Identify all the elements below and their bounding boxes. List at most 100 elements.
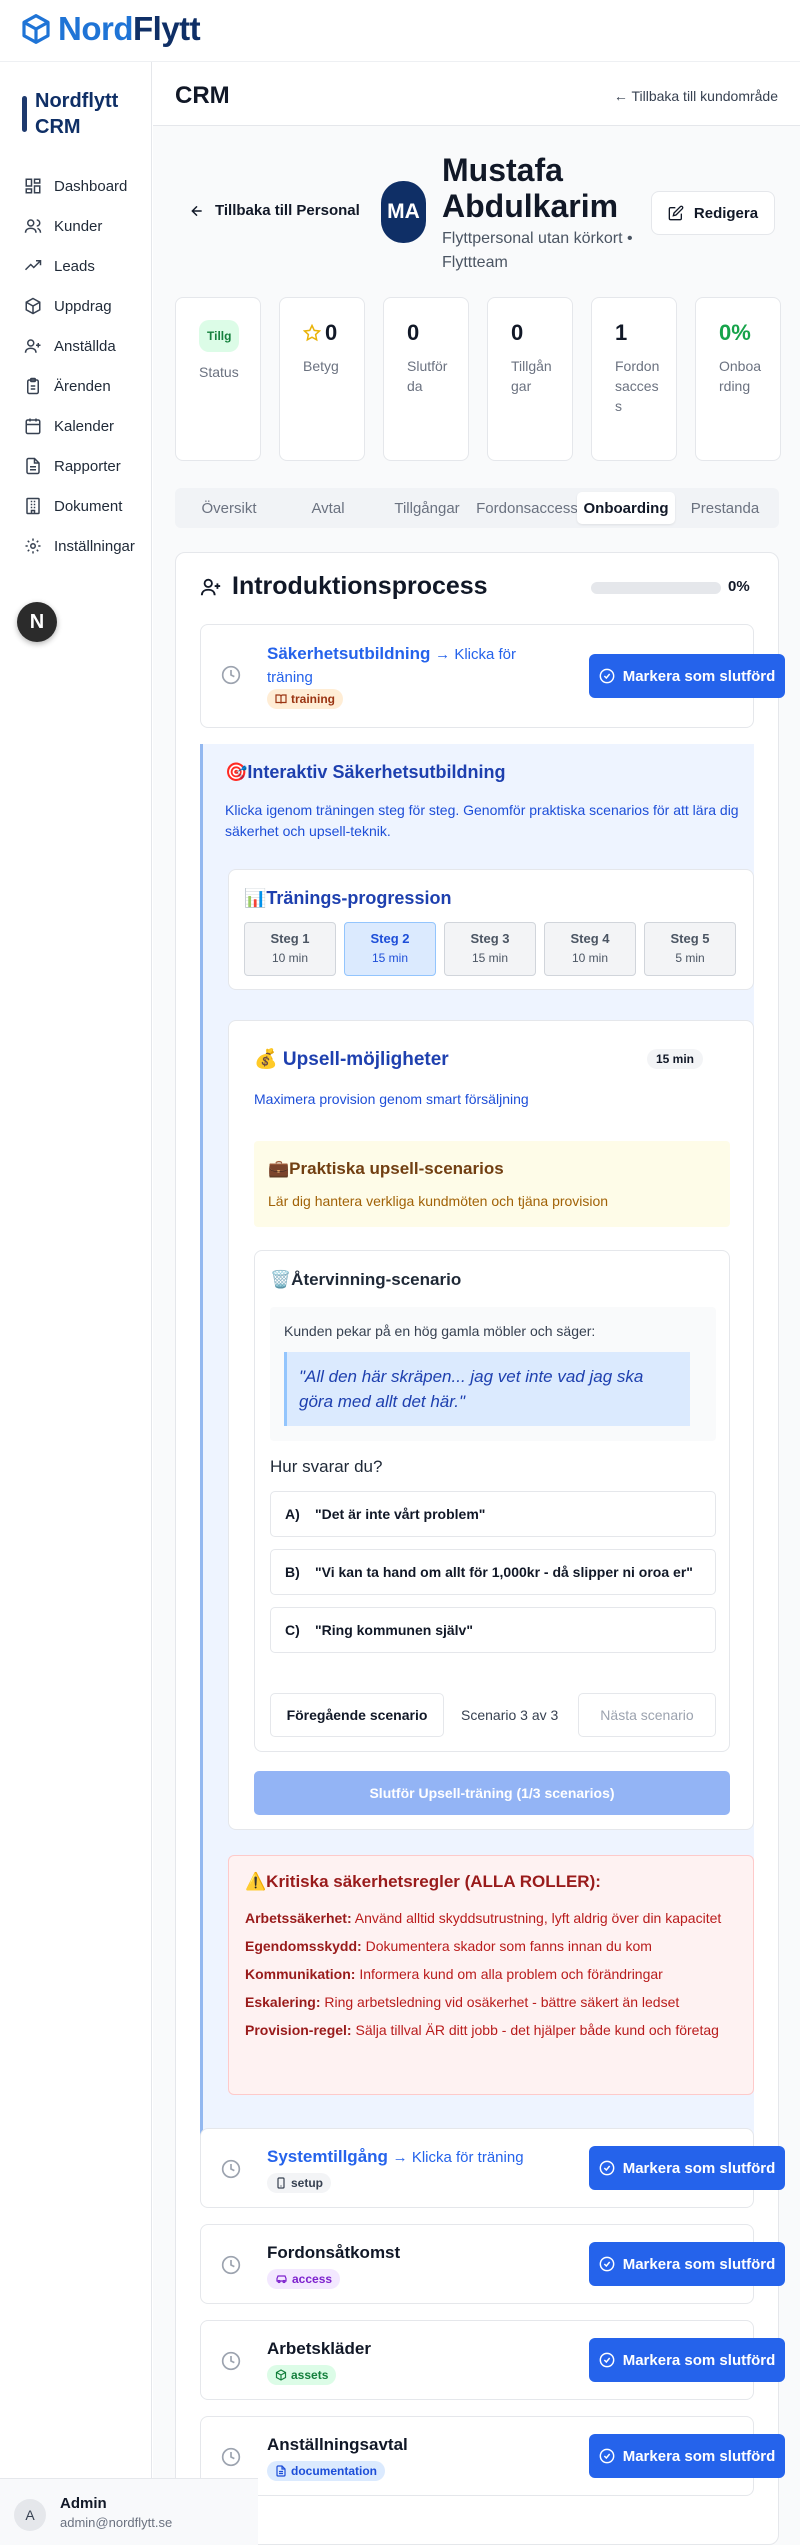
sidebar-item-leads[interactable]: Leads [0, 246, 152, 286]
stat-rating: 0 Betyg [279, 297, 365, 461]
upsell-description: Maximera provision genom smart försäljni… [254, 1091, 529, 1107]
edit-button[interactable]: Redigera [651, 191, 775, 235]
mark-complete-button[interactable]: Markera som slutförd [589, 654, 785, 698]
tab-oversikt[interactable]: Översikt [179, 492, 279, 524]
tab-tillgangar[interactable]: Tillgångar [377, 492, 477, 524]
upsell-duration-badge: 15 min [647, 1049, 704, 1069]
sidebar-item-arenden[interactable]: Ärenden [0, 366, 152, 406]
tab-onboarding[interactable]: Onboarding [577, 492, 675, 524]
sidebar-item-label: Ärenden [54, 377, 111, 395]
training-progress-title: 📊Tränings-progression [244, 888, 452, 908]
stat-assets: 0 Tillgångar [487, 297, 573, 461]
cube-icon [22, 14, 50, 44]
safety-rule: Kommunikation: Informera kund om alla pr… [245, 1964, 739, 1984]
sidebar-item-dashboard[interactable]: Dashboard [0, 166, 152, 206]
sidebar-logo[interactable]: Nordflytt CRM [22, 88, 135, 140]
tag-label: documentation [291, 2464, 377, 2478]
step-name: Steg 5 [670, 931, 710, 946]
mark-complete-label: Markera som slutförd [622, 2351, 776, 2369]
step-2[interactable]: Steg 2 15 min [344, 922, 436, 976]
edit-label: Redigera [693, 204, 759, 222]
task-anstallningsavtal: Anställningsavtal documentation Markera … [200, 2416, 785, 2496]
tab-fordonsaccess[interactable]: Fordonsaccess [476, 492, 578, 524]
intro-title: Introduktionsprocess [200, 572, 488, 601]
employee-role: Flyttpersonal utan körkort • Flyttteam [442, 230, 633, 271]
clock-icon [221, 2159, 241, 2179]
back-to-personal-button[interactable]: Tillbaka till Personal [189, 202, 360, 219]
stat-onboarding: 0% Onboarding [695, 297, 781, 461]
mark-complete-button[interactable]: Markera som slutförd [589, 2434, 785, 2478]
step-name: Steg 3 [470, 931, 510, 946]
step-minutes: 15 min [471, 951, 509, 965]
sidebar-item-dokument[interactable]: Dokument [0, 486, 152, 526]
tag-label: access [292, 2272, 333, 2286]
next-scenario-button[interactable]: Nästa scenario [578, 1693, 716, 1737]
avatar: MA [381, 181, 426, 243]
sidebar-item-label: Dashboard [54, 177, 128, 195]
rule-key: Kommunikation: [245, 1966, 356, 1982]
answer-option-a[interactable]: A) "Det är inte vårt problem" [270, 1491, 716, 1537]
document-icon [276, 2465, 286, 2477]
task-title[interactable]: Systemtillgång → Klicka för träning [267, 2147, 567, 2167]
top-brand-bar: NordFlytt [0, 0, 800, 62]
sidebar-item-kalender[interactable]: Kalender [0, 406, 152, 446]
safety-rule: Arbetssäkerhet: Använd alltid skyddsutru… [245, 1908, 739, 1928]
training-description: Klicka igenom träningen steg för steg. G… [225, 802, 739, 839]
task-title[interactable]: Säkerhetsutbildning → Klicka för träning [267, 643, 517, 689]
step-5[interactable]: Steg 5 5 min [644, 922, 736, 976]
task-name: Säkerhetsutbildning [267, 644, 431, 663]
finish-upsell-training-button[interactable]: Slutför Upsell-träning (1/3 scenarios) [254, 1771, 730, 1815]
previous-scenario-button[interactable]: Föregående scenario [270, 1693, 444, 1737]
mark-complete-button[interactable]: Markera som slutförd [589, 2242, 785, 2286]
step-minutes: 15 min [371, 951, 409, 965]
dashboard-icon [25, 178, 41, 194]
step-minutes: 5 min [675, 951, 705, 965]
stat-value: 0% [719, 320, 751, 345]
back-to-customer-area-link[interactable]: ← Tillbaka till kundområde [614, 88, 778, 104]
floating-n-button[interactable]: N [17, 602, 57, 642]
stat-completed: 0 Slutförda [383, 297, 469, 461]
user-plus-icon [200, 578, 221, 595]
safety-rule: Egendomsskydd: Dokumentera skador som fa… [245, 1936, 739, 1956]
answer-option-b[interactable]: B) "Vi kan ta hand om allt för 1,000kr -… [270, 1549, 716, 1595]
stat-value: 1 [615, 320, 628, 345]
sidebar-item-label: Inställningar [54, 537, 135, 555]
answer-option-c[interactable]: C) "Ring kommunen själv" [270, 1607, 716, 1653]
task-name: Arbetskläder [267, 2339, 371, 2358]
sidebar-logo-mark [22, 96, 27, 132]
safety-rule: Provision-regel: Sälja tillval ÄR ditt j… [245, 2020, 739, 2040]
sidebar-item-label: Rapporter [54, 457, 121, 475]
step-minutes: 10 min [271, 951, 309, 965]
sidebar-item-anstallda[interactable]: Anställda [0, 326, 152, 366]
mark-complete-button[interactable]: Markera som slutförd [589, 2146, 785, 2190]
check-circle-icon [599, 2448, 615, 2464]
check-circle-icon [599, 668, 615, 684]
task-name: Anställningsavtal [267, 2435, 408, 2454]
sidebar-item-installningar[interactable]: Inställningar [0, 526, 152, 566]
arrow-left-icon [191, 205, 202, 216]
user-profile-box[interactable]: A Admin admin@nordflytt.se [0, 2478, 258, 2545]
option-text: "Det är inte vårt problem" [315, 1506, 486, 1522]
task-systemtillgang: Systemtillgång → Klicka för träning setu… [200, 2128, 785, 2208]
sidebar-item-kunder[interactable]: Kunder [0, 206, 152, 246]
tab-avtal[interactable]: Avtal [279, 492, 377, 524]
mark-complete-label: Markera som slutförd [622, 2255, 776, 2273]
step-1[interactable]: Steg 1 10 min [244, 922, 336, 976]
sidebar-item-uppdrag[interactable]: Uppdrag [0, 286, 152, 326]
tag-label: training [291, 692, 335, 706]
task-name: Fordonsåtkomst [267, 2243, 401, 2262]
tab-prestanda[interactable]: Prestanda [675, 492, 775, 524]
user-avatar: A [14, 2499, 46, 2531]
book-icon [275, 694, 287, 704]
step-3[interactable]: Steg 3 15 min [444, 922, 536, 976]
task-sakerhetsutbildning: Säkerhetsutbildning → Klicka för träning… [200, 624, 785, 728]
file-icon [26, 457, 40, 475]
nordflytt-logo[interactable]: NordFlytt [20, 10, 201, 48]
step-4[interactable]: Steg 4 10 min [544, 922, 636, 976]
sidebar-item-label: Dokument [54, 497, 123, 515]
sidebar-item-rapporter[interactable]: Rapporter [0, 446, 152, 486]
mark-complete-button[interactable]: Markera som slutförd [589, 2338, 785, 2382]
training-link[interactable]: → Klicka för träning [393, 2149, 524, 2166]
clock-icon [221, 665, 241, 685]
sidebar-nav: Dashboard Kunder Leads Uppdrag Anställda… [0, 166, 152, 566]
